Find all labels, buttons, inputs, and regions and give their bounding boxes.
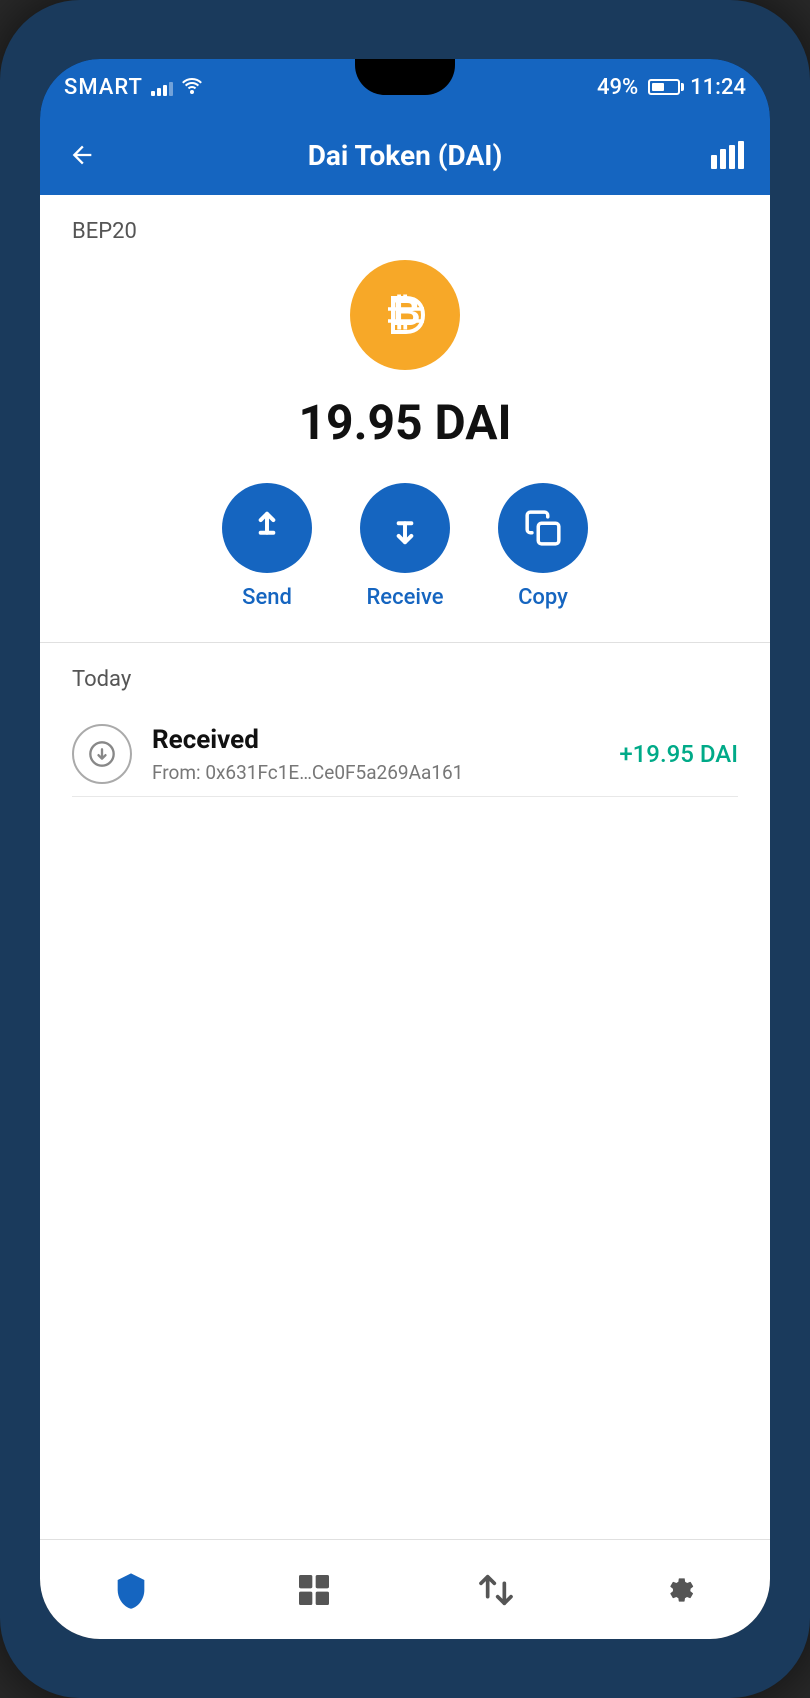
nav-wallet[interactable] — [96, 1555, 166, 1625]
transaction-details: Received From: 0x631Fc1E…Ce0F5a269Aa161 — [152, 725, 599, 784]
app-header: Dai Token (DAI) — [40, 115, 770, 195]
chart-icon[interactable] — [706, 133, 750, 177]
token-balance: 19.95 DAI — [299, 394, 512, 451]
tx-amount: +19.95 DAI — [619, 740, 738, 768]
carrier-label: SMART — [64, 75, 143, 100]
receive-label: Receive — [366, 585, 443, 610]
phone-screen: SMART 49% 11:24 — [40, 59, 770, 1639]
token-type-label: BEP20 — [72, 219, 137, 244]
receive-button[interactable]: Receive — [360, 483, 450, 610]
bottom-nav — [40, 1539, 770, 1639]
token-logo: ₿ — [350, 260, 460, 370]
copy-circle — [498, 483, 588, 573]
status-right: 49% 11:24 — [597, 75, 746, 100]
phone-frame: SMART 49% 11:24 — [0, 0, 810, 1698]
date-label: Today — [72, 667, 738, 692]
action-buttons: Send Receive — [222, 483, 588, 610]
send-circle — [222, 483, 312, 573]
signal-icon — [151, 78, 173, 96]
time-label: 11:24 — [690, 75, 746, 100]
copy-button[interactable]: Copy — [498, 483, 588, 610]
received-icon — [72, 724, 132, 784]
back-button[interactable] — [60, 133, 104, 177]
nav-settings[interactable] — [644, 1555, 714, 1625]
dai-symbol: ₿ — [371, 281, 439, 349]
wifi-icon — [181, 75, 203, 99]
status-left: SMART — [64, 75, 203, 100]
main-content: BEP20 ₿ — [40, 195, 770, 1539]
battery-icon — [648, 79, 680, 95]
send-label: Send — [242, 585, 292, 610]
status-bar: SMART 49% 11:24 — [40, 59, 770, 115]
nav-assets[interactable] — [279, 1555, 349, 1625]
copy-label: Copy — [518, 585, 568, 610]
nav-swap[interactable] — [461, 1555, 531, 1625]
tx-title: Received — [152, 725, 599, 755]
notch — [355, 59, 455, 95]
page-title: Dai Token (DAI) — [120, 139, 690, 172]
send-button[interactable]: Send — [222, 483, 312, 610]
battery-percent: 49% — [597, 75, 638, 100]
table-row[interactable]: Received From: 0x631Fc1E…Ce0F5a269Aa161 … — [72, 712, 738, 797]
receive-circle — [360, 483, 450, 573]
token-section: BEP20 ₿ — [40, 195, 770, 643]
transactions-section: Today Received From: 0x631Fc1E…Ce0F5a269… — [40, 643, 770, 1539]
tx-from: From: 0x631Fc1E…Ce0F5a269Aa161 — [152, 761, 599, 784]
